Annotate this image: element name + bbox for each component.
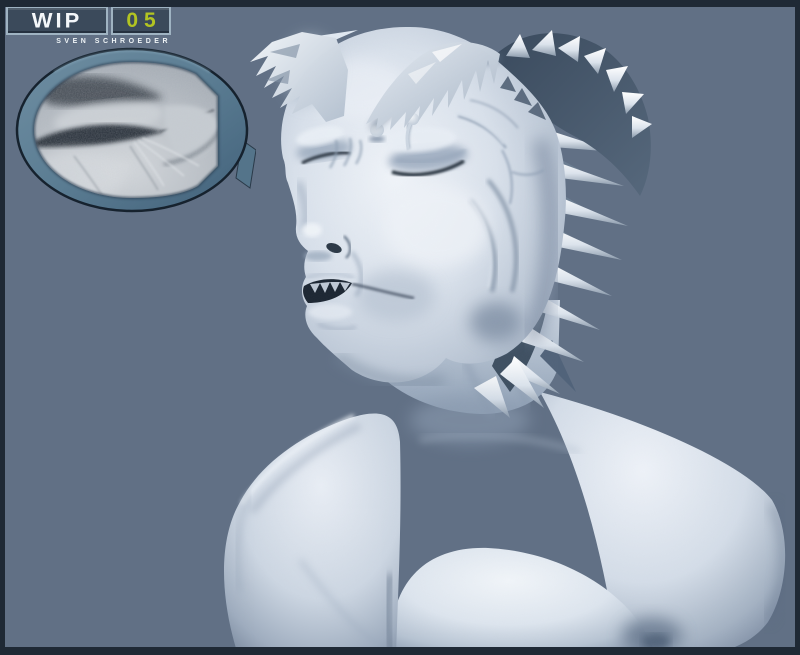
wip-label-box: WIP — [6, 6, 108, 35]
artwork-frame: WIP 05 SVEN SCHROEDER — [0, 0, 800, 655]
wip-badge: WIP 05 SVEN SCHROEDER — [6, 6, 171, 45]
eye-detail-inset — [14, 46, 256, 218]
version-number-box: 05 — [111, 6, 171, 35]
version-number: 05 — [126, 10, 161, 31]
sculpt-grain — [200, 20, 800, 655]
artist-name: SVEN SCHROEDER — [6, 38, 171, 45]
wip-label: WIP — [32, 10, 83, 31]
